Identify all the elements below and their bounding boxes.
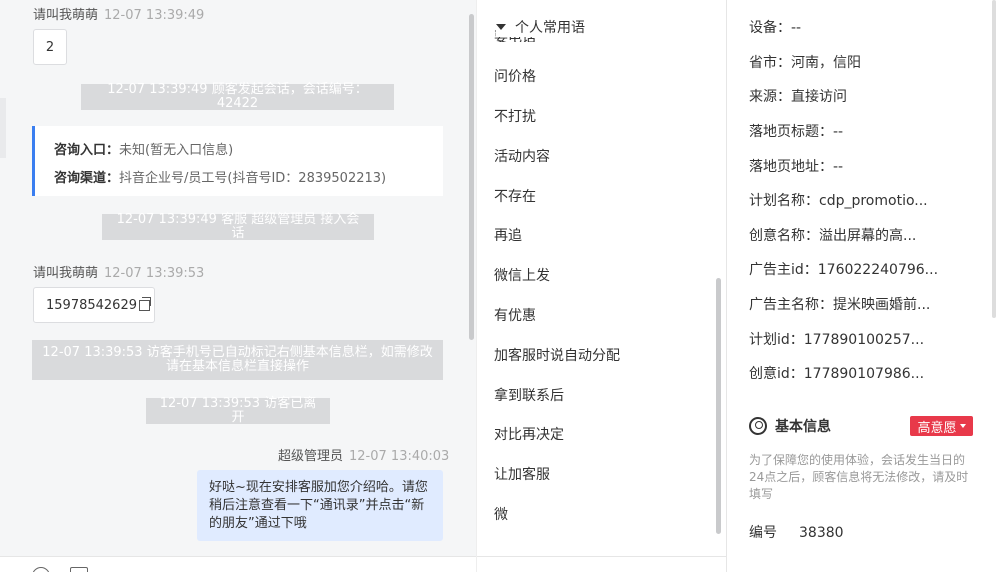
sender-name: 超级管理员: [278, 449, 344, 464]
sender-name: 请叫我萌萌: [33, 8, 99, 23]
caret-down-icon: [496, 24, 506, 30]
message-text: 好哒~现在安排客服加您介绍哈。请您稍后注意查看一下“通讯录”并点击“新的朋友”通…: [209, 480, 428, 531]
phrase-item[interactable]: 让加客服: [494, 464, 550, 484]
entry-row: 咨询入口：未知(暂无入口信息): [54, 137, 443, 165]
phrase-item[interactable]: 微: [494, 504, 508, 524]
system-message-text: 12-07 13:39:49 顾客发起会话，会话编号：42422: [107, 82, 368, 111]
agent-message-bubble: 好哒~现在安排客服加您介绍哈。请您稍后注意查看一下“通讯录”并点击“新的朋友”通…: [197, 470, 443, 541]
phrase-item[interactable]: 活动内容: [494, 146, 550, 166]
phrase-item[interactable]: 问价格: [494, 66, 536, 86]
system-message: 12-07 13:39:49 客服 超级管理员 接入会话: [102, 212, 374, 241]
phrase-item[interactable]: 微信上发: [494, 265, 550, 285]
message-sender: 请叫我萌萌 12-07 13:39:49: [33, 4, 204, 23]
entry-value: 未知(暂无入口信息): [119, 143, 234, 158]
message-time: 12-07 13:40:03: [349, 449, 450, 464]
system-message: 12-07 13:39:53 访客手机号已自动标记右侧基本信息栏，如需修改请在基…: [32, 340, 443, 380]
message-text: 2: [45, 39, 55, 55]
chat-panel: 请叫我萌萌 12-07 13:39:49 2 12-07 13:39:49 顾客发…: [0, 0, 476, 572]
phrase-item[interactable]: 加客服时说自动分配: [494, 345, 620, 365]
edit-notice: 为了保障您的使用体验，会话发生当日的24点之后，顾客信息将无法修改，请及时填写: [749, 453, 969, 501]
intent-dropdown[interactable]: 高意愿: [910, 416, 973, 436]
message-time: 12-07 13:39:49: [104, 8, 205, 23]
basic-info-header: 基本信息: [749, 416, 831, 436]
system-message-text: 12-07 13:39:53 访客已离开: [159, 396, 317, 425]
chat-edge-tab: [0, 98, 6, 158]
info-landing-title: 落地页标题：--: [749, 124, 844, 140]
user-icon: [749, 417, 767, 435]
chat-scrollbar[interactable]: [469, 14, 474, 340]
triangle-down-icon: [959, 424, 966, 428]
info-plan-id: 计划id：177890100257...: [749, 332, 925, 348]
message-text: 15978542629: [46, 297, 137, 313]
phrase-item[interactable]: 再追: [494, 225, 522, 245]
system-message: 12-07 13:39:49 顾客发起会话，会话编号：42422: [81, 82, 394, 111]
id-row: 编号 38380: [749, 522, 844, 542]
phrase-item[interactable]: 不打扰: [494, 106, 536, 126]
system-message-text: 12-07 13:39:49 客服 超级管理员 接入会话: [116, 212, 360, 241]
message-bubble: 2: [33, 29, 67, 65]
channel-label: 咨询渠道：: [54, 171, 120, 186]
phrase-item[interactable]: 对比再决定: [494, 424, 564, 444]
image-icon[interactable]: [70, 567, 88, 572]
info-creative-name: 创意名称：溢出屏幕的高...: [749, 228, 917, 244]
info-region: 省市：河南，信阳: [749, 55, 861, 71]
info-advertiser-name: 广告主名称：提米映画婚前...: [749, 297, 931, 313]
phrase-item[interactable]: 拿到联系后: [494, 385, 564, 405]
info-plan-name: 计划名称：cdp_promotio...: [749, 193, 928, 209]
info-scrollbar[interactable]: [992, 0, 996, 318]
info-device: 设备：--: [749, 20, 802, 36]
channel-row: 咨询渠道：抖音企业号/员工号(抖音号ID：2839502213): [54, 165, 443, 193]
basic-info-title: 基本信息: [775, 419, 831, 435]
intent-label: 高意愿: [917, 420, 957, 436]
phrases-footer: [477, 556, 726, 572]
id-value: 38380: [799, 525, 844, 541]
emoji-icon[interactable]: [32, 567, 50, 572]
phrases-group-title: 个人常用语: [515, 20, 585, 36]
phrases-scrollbar[interactable]: [716, 278, 721, 534]
phrases-group-header[interactable]: 个人常用语: [496, 17, 585, 37]
system-message-text: 12-07 13:39:53 访客手机号已自动标记右侧基本信息栏，如需修改请在基…: [42, 345, 433, 374]
id-label: 编号: [749, 525, 777, 541]
message-time: 12-07 13:39:53: [104, 266, 205, 281]
copy-icon[interactable]: [138, 296, 151, 311]
info-landing-url: 落地页地址：--: [749, 159, 844, 175]
message-sender: 请叫我萌萌 12-07 13:39:53: [33, 262, 204, 281]
chat-input-toolbar: [0, 556, 476, 572]
message-sender: 超级管理员 12-07 13:40:03: [278, 445, 449, 464]
phrase-item[interactable]: 不存在: [494, 186, 536, 206]
entry-label: 咨询入口：: [54, 143, 120, 158]
phone-message-bubble[interactable]: 15978542629: [33, 287, 155, 323]
phrase-item[interactable]: 有优惠: [494, 305, 536, 325]
phrases-panel: 要电话 个人常用语 问价格 不打扰 活动内容 不存在 再追 微信上发 有优惠 加…: [476, 0, 727, 572]
consult-entry-card: 咨询入口：未知(暂无入口信息) 咨询渠道：抖音企业号/员工号(抖音号ID：283…: [32, 126, 443, 196]
sender-name: 请叫我萌萌: [33, 266, 99, 281]
customer-info-panel: 设备：-- 省市：河南，信阳 来源：直接访问 落地页标题：-- 落地页地址：--…: [728, 0, 997, 572]
info-advertiser-id: 广告主id：176022240796...: [749, 262, 939, 278]
channel-value: 抖音企业号/员工号(抖音号ID：2839502213): [119, 171, 387, 186]
system-message: 12-07 13:39:53 访客已离开: [146, 396, 330, 425]
info-creative-id: 创意id：177890107986...: [749, 366, 925, 382]
info-source: 来源：直接访问: [749, 89, 847, 105]
